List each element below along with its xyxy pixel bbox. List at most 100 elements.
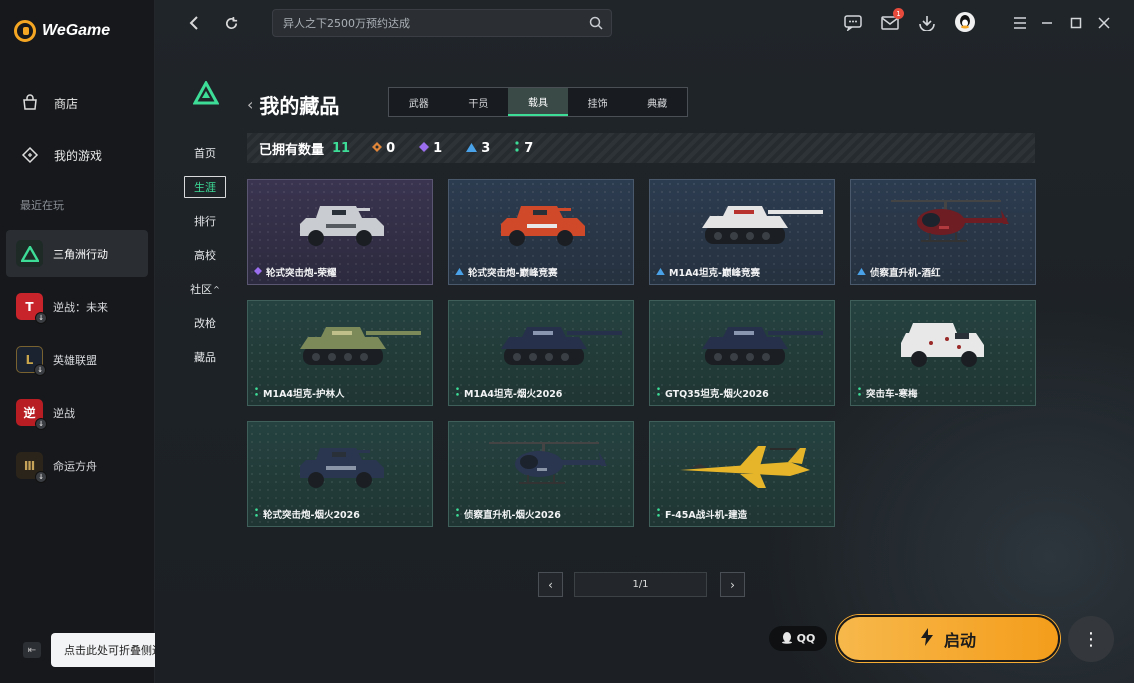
recent-game-nizhan-future[interactable]: T ↓ 逆战：未来 [6,283,148,330]
vehicle-image [248,430,432,504]
sidebar-item-my-games[interactable]: 我的游戏 [0,138,155,172]
rarity-orange-count: 0 [372,141,395,156]
mail-badge: 1 [893,8,904,19]
item-name-text: 侦察直升机-烟火2026 [464,510,561,521]
wegame-logo[interactable]: WeGame [14,20,110,42]
rarity-green-icon [656,387,661,399]
page-title: ‹ 我的藏品 [247,90,339,119]
recent-game-delta-force[interactable]: 三角洲行动 [6,230,148,277]
item-name-text: M1A4坦克-烟火2026 [464,389,563,400]
game-nav-college[interactable]: 高校 [184,238,226,272]
rarity-blue-count: 3 [466,141,490,156]
vehicle-image [449,430,633,504]
top-bar: 异人之下2500万预约达成 1 [155,0,1134,46]
item-name: 侦察直升机-酒红 [857,265,940,279]
collection-item-card[interactable]: GTQ35坦克-烟火2026 [649,300,835,406]
recent-game-lol[interactable]: L ↓ 英雄联盟 [6,336,148,383]
mail-icon[interactable]: 1 [880,8,904,33]
page-title-text: 我的藏品 [259,94,340,118]
close-icon[interactable] [1094,13,1114,33]
collection-item-card[interactable]: F-45A战斗机-建造 [649,421,835,527]
delta-force-icon [16,240,43,267]
rarity-count: 1 [433,140,443,156]
refresh-icon[interactable] [220,12,242,34]
tab-vehicles[interactable]: 载具 [508,88,568,116]
recent-games-list: 三角洲行动 T ↓ 逆战：未来 L ↓ 英雄联盟 逆 ↓ 逆战 Ⅲ ↓ 命运方舟 [6,230,148,495]
search-icon[interactable] [589,16,603,30]
collection-item-card[interactable]: 轮式突击炮-烟火2026 [247,421,433,527]
game-nav-gunsmith[interactable]: 改枪 [184,306,226,340]
vehicle-image [650,309,834,383]
collapse-sidebar-button[interactable]: ⇤ [23,642,41,658]
collection-item-card[interactable]: 侦察直升机-烟火2026 [448,421,634,527]
vehicle-image [449,188,633,262]
item-name-text: 突击车-寒梅 [866,389,918,400]
rarity-blue-icon [455,267,464,278]
item-name: GTQ35坦克-烟火2026 [656,386,769,400]
collection-item-card[interactable]: M1A4坦克-巅峰竞赛 [649,179,835,285]
download-manager-icon[interactable] [917,13,937,33]
back-arrow-icon[interactable] [183,12,205,34]
tab-charms[interactable]: 挂饰 [568,88,628,116]
menu-icon[interactable] [1010,13,1030,33]
lightning-icon [920,627,934,650]
collection-item-card[interactable]: 轮式突击炮-巅峰竞赛 [448,179,634,285]
delta-force-logo-icon[interactable] [192,79,220,105]
collection-item-card[interactable]: M1A4坦克-烟火2026 [448,300,634,406]
rarity-blue-icon [466,141,478,156]
rarity-green-icon [455,387,460,399]
game-nav-community[interactable]: 社区 ^ [184,272,226,306]
maximize-icon[interactable] [1066,13,1086,33]
rarity-purple-icon [419,141,430,156]
chat-icon[interactable] [843,13,863,33]
rarity-purple-count: 1 [419,141,442,156]
game-nav-ranking[interactable]: 排行 [184,204,226,238]
sidebar-item-label: 我的游戏 [54,148,103,163]
item-name: 轮式突击炮-烟火2026 [254,507,360,521]
owned-total: 11 [332,140,351,156]
game-nav-career[interactable]: 生涯 [184,170,226,204]
search-placeholder: 异人之下2500万预约达成 [283,17,410,30]
prev-page-button[interactable]: ‹ [538,572,563,597]
tab-operators[interactable]: 干员 [449,88,509,116]
collection-item-card[interactable]: 侦察直升机-酒红 [850,179,1036,285]
item-name: F-45A战斗机-建造 [656,507,747,521]
user-avatar[interactable] [955,12,975,32]
vehicle-image [248,309,432,383]
search-input[interactable]: 异人之下2500万预约达成 [272,9,612,37]
sidebar-item-store[interactable]: 商店 [0,86,155,120]
game-nav-home[interactable]: 首页 [184,136,226,170]
owned-stats-bar: 已拥有数量 11 0 1 3 7 [247,133,1035,163]
wegame-logo-icon [14,20,36,42]
minimize-icon[interactable] [1037,13,1057,33]
rarity-count: 0 [386,140,396,156]
download-icon: ↓ [35,312,47,324]
launch-game-button[interactable]: 启动 [836,615,1060,662]
recent-game-label: 三角洲行动 [53,247,108,261]
my-games-icon [20,145,40,165]
rarity-blue-icon [857,267,866,278]
download-icon: ↓ [35,418,47,430]
sidebar-nav: 商店 我的游戏 [0,86,155,190]
recent-game-label: 英雄联盟 [53,353,97,367]
recent-game-nizhan[interactable]: 逆 ↓ 逆战 [6,389,148,436]
game-nav-collection[interactable]: 藏品 [184,340,226,374]
recent-game-label: 逆战 [53,406,75,420]
back-chevron-icon[interactable]: ‹ [247,95,253,114]
collection-item-card[interactable]: 轮式突击炮-荣耀 [247,179,433,285]
recent-game-lost-ark[interactable]: Ⅲ ↓ 命运方舟 [6,442,148,489]
download-icon: ↓ [35,471,47,483]
collection-item-card[interactable]: 突击车-寒梅 [850,300,1036,406]
item-name-text: 轮式突击炮-巅峰竞赛 [468,268,558,279]
qq-login-button[interactable]: QQ [769,626,827,651]
rarity-green-icon [254,387,259,399]
game-nav-community-label: 社区 [190,283,213,296]
collection-item-card[interactable]: M1A4坦克-护林人 [247,300,433,406]
rarity-green-icon [857,387,862,399]
next-page-button[interactable]: › [720,572,745,597]
tab-classics[interactable]: 典藏 [627,88,687,116]
more-options-button[interactable]: ⋮ [1068,616,1114,662]
item-name-text: M1A4坦克-护林人 [263,389,345,400]
item-name: 轮式突击炮-巅峰竞赛 [455,265,557,279]
tab-weapons[interactable]: 武器 [389,88,449,116]
